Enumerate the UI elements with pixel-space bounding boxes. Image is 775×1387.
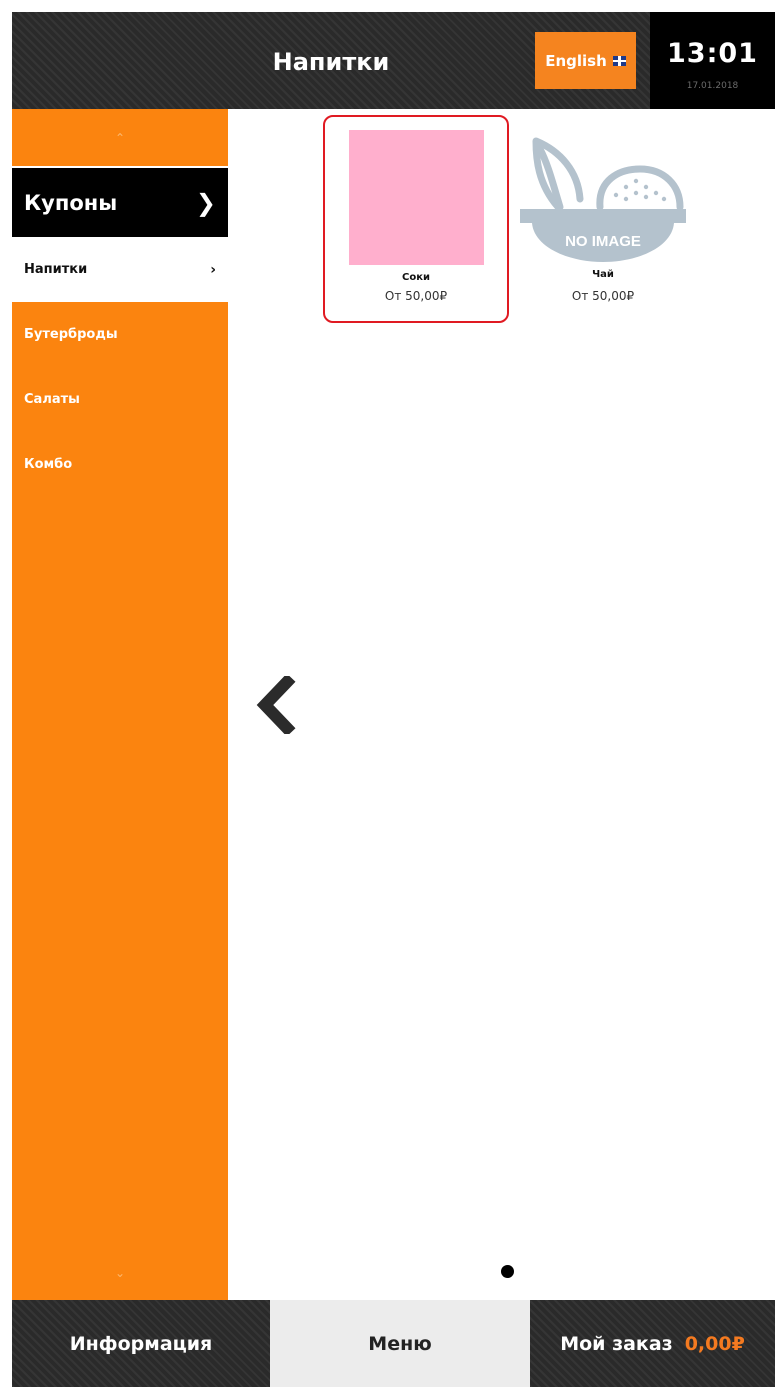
uk-flag-icon (612, 55, 626, 66)
page-indicator-dot[interactable] (501, 1265, 514, 1278)
sidebar-item-sandwiches[interactable]: Бутерброды (12, 302, 228, 367)
product-name: Чай (592, 269, 614, 280)
no-image-placeholder-icon: NO IMAGE (520, 137, 686, 262)
sidebar-scroll-down-button[interactable]: ⌄ (12, 1266, 228, 1280)
sidebar-item-label: Напитки (24, 262, 88, 277)
chevron-right-icon: ❯ (195, 188, 216, 217)
sidebar-item-coupons[interactable]: Купоны ❯ (12, 168, 228, 237)
language-label: English (545, 51, 607, 70)
sidebar-scroll-up-button[interactable]: ⌃ (12, 109, 228, 168)
sidebar-item-salads[interactable]: Салаты (12, 367, 228, 432)
product-name: Соки (401, 272, 430, 283)
previous-page-arrow-icon[interactable] (255, 676, 297, 734)
info-label: Информация (69, 1332, 213, 1355)
sidebar-item-label: Бутерброды (24, 327, 118, 342)
category-sidebar: ⌃ Купоны ❯ Напитки › Бутерброды Салаты К… (12, 109, 228, 1300)
chevron-up-icon: ⌃ (114, 130, 126, 145)
clock-date: 17.01.2018 (686, 81, 739, 91)
product-card-juices[interactable]: Соки От 50,00₽ (323, 115, 509, 323)
menu-button[interactable]: Меню (270, 1300, 530, 1387)
order-total: 0,00₽ (684, 1332, 745, 1355)
clock: 13:01 17.01.2018 (650, 12, 775, 109)
product-image (348, 130, 484, 265)
product-card-tea[interactable]: NO IMAGE Чай От 50,00₽ (510, 115, 696, 323)
sidebar-item-drinks[interactable]: Напитки › (12, 237, 228, 302)
product-price: От 50,00₽ (571, 289, 635, 303)
language-button[interactable]: English (535, 32, 636, 89)
info-button[interactable]: Информация (12, 1300, 270, 1387)
chevron-right-icon: › (210, 261, 216, 278)
chevron-down-icon: ⌄ (114, 1266, 126, 1280)
sidebar-item-combo[interactable]: Комбо (12, 432, 228, 497)
product-price: От 50,00₽ (384, 289, 448, 303)
no-image-label: NO IMAGE (565, 233, 641, 250)
menu-label: Меню (368, 1332, 432, 1355)
header-bar: Напитки English 13:01 17.01.2018 (12, 12, 775, 109)
sidebar-item-label: Комбо (24, 457, 73, 472)
clock-time: 13:01 (667, 38, 758, 69)
sidebar-item-label: Салаты (24, 392, 80, 407)
sidebar-item-label: Купоны (24, 190, 118, 215)
order-label: Мой заказ (560, 1332, 673, 1355)
my-order-button[interactable]: Мой заказ 0,00₽ (530, 1300, 775, 1387)
